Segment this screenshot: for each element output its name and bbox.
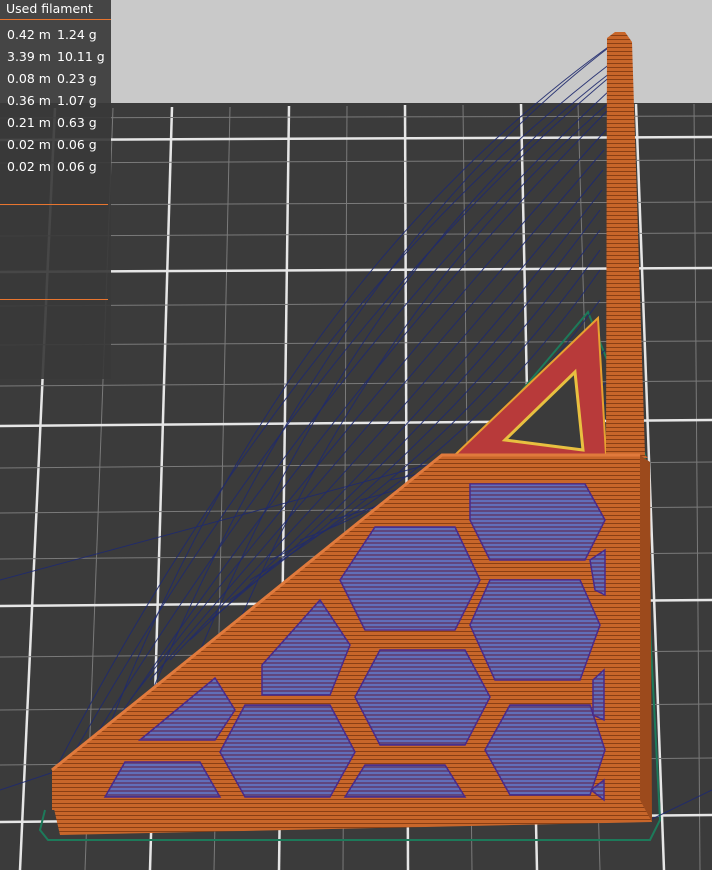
gusset-side bbox=[640, 455, 652, 822]
legend-row: 0.42 m 1.24 g bbox=[0, 24, 111, 46]
filament-weight: 0.23 g bbox=[57, 71, 97, 86]
filament-length: 0.42 m bbox=[7, 27, 51, 42]
filament-length: 0.02 m bbox=[7, 159, 51, 174]
filament-weight: 1.24 g bbox=[57, 27, 97, 42]
filament-weight: 1.07 g bbox=[57, 93, 97, 108]
filament-length: 0.21 m bbox=[7, 115, 51, 130]
legend-row: 3.39 m 10.11 g bbox=[0, 46, 111, 68]
legend-row: 0.02 m 0.06 g bbox=[0, 134, 111, 156]
filament-length: 3.39 m bbox=[7, 49, 51, 64]
legend-divider bbox=[0, 299, 108, 300]
filament-length: 0.36 m bbox=[7, 93, 51, 108]
filament-length: 0.02 m bbox=[7, 137, 51, 152]
legend-row: 0.08 m 0.23 g bbox=[0, 68, 111, 90]
filament-weight: 0.06 g bbox=[57, 159, 97, 174]
filament-weight: 10.11 g bbox=[57, 49, 105, 64]
legend-divider bbox=[0, 204, 108, 205]
legend-row: 0.21 m 0.63 g bbox=[0, 112, 111, 134]
legend-title: Used filament bbox=[0, 0, 111, 20]
used-filament-legend: Used filament 0.42 m 1.24 g 3.39 m 10.11… bbox=[0, 0, 111, 379]
filament-weight: 0.06 g bbox=[57, 137, 97, 152]
legend-row: 0.36 m 1.07 g bbox=[0, 90, 111, 112]
filament-length: 0.08 m bbox=[7, 71, 51, 86]
legend-row: 0.02 m 0.06 g bbox=[0, 156, 111, 178]
filament-weight: 0.63 g bbox=[57, 115, 97, 130]
